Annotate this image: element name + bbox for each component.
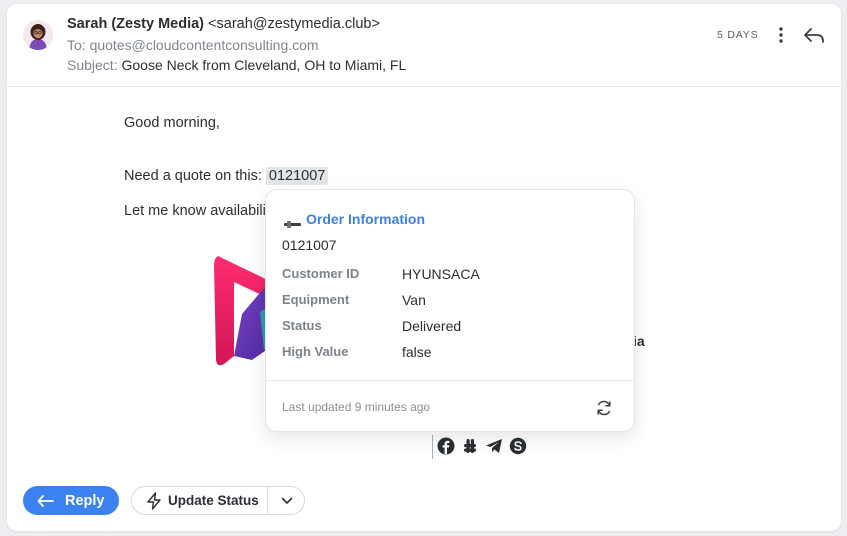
quote-request-line: Need a quote on this: 0121007 xyxy=(124,167,329,185)
reply-icon[interactable] xyxy=(802,24,826,46)
field-value-status: Delivered xyxy=(402,318,462,334)
update-status-dropdown[interactable] xyxy=(268,487,304,514)
reply-button[interactable]: Reply xyxy=(23,486,119,515)
subject-value: Goose Neck from Cleveland, OH to Miami, … xyxy=(121,57,407,73)
update-status-group: Update Status xyxy=(131,486,305,515)
slack-icon[interactable] xyxy=(461,437,479,455)
to-line: To: quotes@cloudcontentconsulting.com xyxy=(67,37,319,53)
order-id: 0121007 xyxy=(282,237,337,253)
field-value-high-value: false xyxy=(402,344,432,360)
to-label: To: xyxy=(67,37,86,53)
update-status-label: Update Status xyxy=(168,493,259,508)
field-value-customer-id: HYUNSACA xyxy=(402,266,480,282)
quote-number-highlight[interactable]: 0121007 xyxy=(265,167,329,185)
subject-label: Subject: xyxy=(67,57,118,73)
telegram-icon[interactable] xyxy=(485,437,503,455)
brand-logo-icon xyxy=(284,215,301,228)
lightning-icon xyxy=(147,491,161,510)
refresh-icon[interactable] xyxy=(594,398,614,418)
popover-title[interactable]: Order Information xyxy=(306,211,425,227)
avatar[interactable] xyxy=(23,20,53,50)
facebook-icon[interactable] xyxy=(437,437,455,455)
to-value: quotes@cloudcontentconsulting.com xyxy=(89,37,319,53)
order-info-popover: Order Information 0121007 Customer ID HY… xyxy=(265,189,635,432)
subject-line: Subject: Goose Neck from Cleveland, OH t… xyxy=(67,57,406,73)
sender: Sarah (Zesty Media) <sarah@zestymedia.cl… xyxy=(67,16,380,32)
field-value-equipment: Van xyxy=(402,292,426,308)
quote-prefix: Need a quote on this: xyxy=(124,168,266,184)
email-card: Sarah (Zesty Media) <sarah@zestymedia.cl… xyxy=(7,4,841,531)
field-label-equipment: Equipment xyxy=(282,292,350,307)
company-logo xyxy=(212,252,272,370)
reply-arrow-icon xyxy=(37,494,54,507)
sender-email: <sarah@zestymedia.club> xyxy=(208,16,380,32)
reply-button-label: Reply xyxy=(65,492,105,509)
popover-divider xyxy=(266,380,634,381)
timestamp: 5 DAYS xyxy=(717,29,759,41)
availability-text: Let me know availabili xyxy=(124,203,266,219)
field-label-high-value: High Value xyxy=(282,344,349,359)
greeting-text: Good morning, xyxy=(124,115,220,131)
field-label-status: Status xyxy=(282,318,322,333)
field-label-customer-id: Customer ID xyxy=(282,266,360,281)
chevron-down-icon xyxy=(281,497,292,504)
sender-name: Sarah (Zesty Media) xyxy=(67,16,204,32)
social-icons xyxy=(432,435,532,459)
more-vertical-icon[interactable] xyxy=(770,24,792,46)
skype-icon[interactable] xyxy=(509,437,527,455)
last-updated-text: Last updated 9 minutes ago xyxy=(282,400,431,414)
email-header: Sarah (Zesty Media) <sarah@zestymedia.cl… xyxy=(7,4,841,87)
update-status-button[interactable]: Update Status xyxy=(132,487,267,514)
